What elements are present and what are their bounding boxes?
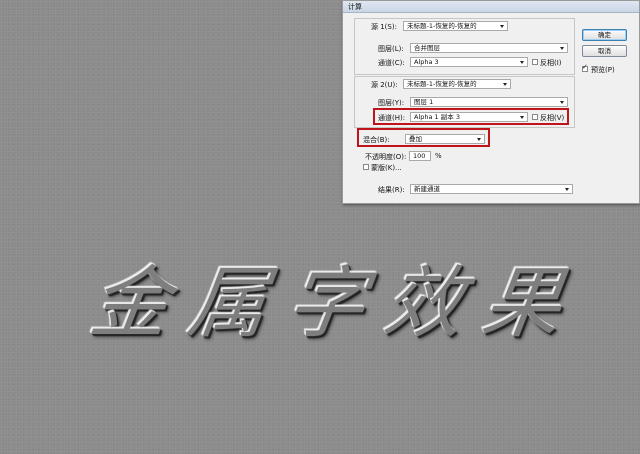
art-char: 果	[476, 259, 568, 349]
art-char: 字	[280, 259, 372, 349]
source1-invert-checkbox[interactable]	[532, 59, 538, 65]
chevron-down-icon	[565, 188, 569, 191]
opacity-input[interactable]: 100	[409, 151, 431, 161]
source2-select[interactable]: 未标题-1-恢复的-恢复的	[403, 79, 511, 89]
source2-label: 源 2(U):	[371, 81, 398, 89]
chevron-down-icon	[500, 25, 504, 28]
highlight-channel-row	[373, 108, 569, 125]
result-select[interactable]: 新建通道	[410, 184, 573, 194]
opacity-unit: %	[435, 152, 442, 160]
chevron-down-icon	[520, 61, 524, 64]
calculations-dialog: 计算 源 1(S): 未标题-1-恢复的-恢复的 图层(L): 合并图层 通道(…	[342, 0, 640, 204]
chevron-down-icon	[560, 101, 564, 104]
art-char: 效	[378, 259, 470, 349]
cancel-button[interactable]: 取消	[582, 45, 627, 57]
source1-layer-select[interactable]: 合并图层	[410, 43, 568, 53]
dialog-title: 计算	[348, 3, 362, 11]
dialog-titlebar[interactable]: 计算	[343, 1, 639, 13]
metal-text-artwork: 金 属 字 效 果	[85, 242, 568, 352]
mask-checkbox[interactable]	[363, 164, 369, 170]
highlight-blending-row	[357, 128, 490, 147]
art-char: 金	[84, 259, 176, 349]
source1-channel-select[interactable]: Alpha 3	[410, 57, 528, 67]
chevron-down-icon	[503, 83, 507, 86]
source2-layer-select[interactable]: 图层 1	[410, 97, 568, 107]
source2-layer-label: 图层(Y):	[378, 99, 405, 107]
preview-label: 预览(P)	[591, 66, 615, 74]
source1-select[interactable]: 未标题-1-恢复的-恢复的	[403, 21, 508, 31]
source1-invert-label: 反相(I)	[540, 59, 562, 67]
result-label: 结果(R):	[378, 186, 405, 194]
mask-label: 蒙版(K)...	[371, 164, 402, 172]
ok-button[interactable]: 确定	[582, 29, 627, 41]
chevron-down-icon	[560, 47, 564, 50]
source1-layer-label: 图层(L):	[378, 45, 404, 53]
opacity-label: 不透明度(O):	[365, 153, 407, 161]
source1-channel-label: 通道(C):	[378, 59, 405, 67]
art-char: 属	[182, 259, 274, 349]
preview-checkbox[interactable]	[582, 63, 588, 72]
source1-label: 源 1(S):	[371, 23, 397, 31]
